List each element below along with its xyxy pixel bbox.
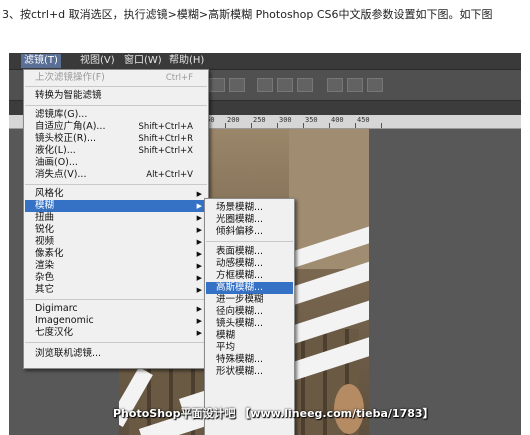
menu-item-oil-paint[interactable]: 油画(O)...: [25, 157, 207, 169]
menu-help[interactable]: 帮助(H): [166, 54, 207, 68]
submenu-item-lens-blur[interactable]: 镜头模糊...: [206, 318, 293, 330]
menu-item-browse-online-filters[interactable]: 浏览联机滤镜...: [25, 348, 207, 360]
submenu-arrow-icon: ▶: [196, 262, 202, 270]
menu-window[interactable]: 窗口(W): [121, 54, 165, 68]
submenu-item-blur[interactable]: 模糊: [206, 330, 293, 342]
ruler-label: 450: [357, 116, 370, 124]
submenu-item-blur-more[interactable]: 进一步模糊: [206, 294, 293, 306]
menu-item-convert-smart-filter[interactable]: 转换为智能滤镜: [25, 90, 207, 102]
menu-item-qidu-hanhua[interactable]: 七度汉化 ▶: [25, 327, 207, 339]
align-left-icon[interactable]: [209, 78, 225, 92]
menu-item-filter-gallery[interactable]: 滤镜库(G)...: [25, 109, 207, 121]
distribute-center-icon[interactable]: [277, 78, 293, 92]
submenu-arrow-icon: ▶: [196, 250, 202, 258]
align-center-icon[interactable]: [229, 78, 245, 92]
submenu-item-surface-blur[interactable]: 表面模糊...: [206, 246, 293, 258]
menu-item-noise[interactable]: 杂色 ▶: [25, 272, 207, 284]
arrange-right-icon[interactable]: [367, 78, 383, 92]
menu-filter[interactable]: 滤镜(T): [21, 54, 61, 68]
menu-item-other[interactable]: 其它 ▶: [25, 284, 207, 296]
menu-item-distort[interactable]: 扭曲 ▶: [25, 212, 207, 224]
ruler-label: 400: [331, 116, 344, 124]
arrange-icon[interactable]: [327, 78, 343, 92]
submenu-item-field-blur[interactable]: 场景模糊...: [206, 202, 293, 214]
menu-item-blur[interactable]: 模糊 ▶: [25, 200, 207, 212]
menu-item-imagenomic[interactable]: Imagenomic ▶: [25, 315, 207, 327]
submenu-item-iris-blur[interactable]: 光圈模糊...: [206, 214, 293, 226]
submenu-item-gaussian-blur[interactable]: 高斯模糊...: [206, 282, 293, 294]
menu-item-pixelate[interactable]: 像素化 ▶: [25, 248, 207, 260]
submenu-item-average[interactable]: 平均: [206, 342, 293, 354]
ruler-label: 200: [227, 116, 240, 124]
submenu-arrow-icon: ▶: [196, 286, 202, 294]
ruler-label: 300: [279, 116, 292, 124]
ruler-label: 250: [253, 116, 266, 124]
distribute-icon[interactable]: [257, 78, 273, 92]
submenu-arrow-icon: ▶: [196, 329, 202, 337]
submenu-arrow-icon: ▶: [196, 317, 202, 325]
submenu-arrow-icon: ▶: [196, 226, 202, 234]
tutorial-caption: 3、按ctrl+d 取消选区，执行滤镜>模糊>高斯模糊 Photoshop CS…: [2, 8, 493, 21]
menu-item-lens-correction[interactable]: 镜头校正(R)... Shift+Ctrl+R: [25, 133, 207, 145]
submenu-item-radial-blur[interactable]: 径向模糊...: [206, 306, 293, 318]
blur-submenu: 场景模糊... 光圈模糊... 倾斜偏移... 表面模糊... 动感模糊... …: [204, 198, 295, 435]
menu-item-render[interactable]: 渲染 ▶: [25, 260, 207, 272]
submenu-arrow-icon: ▶: [196, 305, 202, 313]
watermark-text: PhotoShop平面设计吧 【www.lineeg.com/tieba/178…: [113, 407, 434, 420]
menu-bar: 滤镜(T) 视图(V) 窗口(W) 帮助(H): [9, 53, 521, 70]
menu-item-sharpen[interactable]: 锐化 ▶: [25, 224, 207, 236]
submenu-item-smart-blur[interactable]: 特殊模糊...: [206, 354, 293, 366]
menu-item-video[interactable]: 视频 ▶: [25, 236, 207, 248]
menu-item-adaptive-wide-angle[interactable]: 自适应广角(A)... Shift+Ctrl+A: [25, 121, 207, 133]
photoshop-window: 滤镜(T) 视图(V) 窗口(W) 帮助(H) 150 200 250 300 …: [9, 53, 521, 435]
menu-item-last-filter[interactable]: 上次滤镜操作(F) Ctrl+F: [25, 72, 207, 84]
menu-item-vanishing-point[interactable]: 消失点(V)... Alt+Ctrl+V: [25, 169, 207, 181]
submenu-arrow-icon: ▶: [196, 202, 202, 210]
menu-item-digimarc[interactable]: Digimarc ▶: [25, 303, 207, 315]
submenu-arrow-icon: ▶: [196, 274, 202, 282]
ruler-label: 350: [305, 116, 318, 124]
submenu-item-tilt-shift[interactable]: 倾斜偏移...: [206, 226, 293, 238]
submenu-arrow-icon: ▶: [196, 190, 202, 198]
submenu-item-motion-blur[interactable]: 动感模糊...: [206, 258, 293, 270]
submenu-item-box-blur[interactable]: 方框模糊...: [206, 270, 293, 282]
arrange-alt-icon[interactable]: [347, 78, 363, 92]
menu-item-liquify[interactable]: 液化(L)... Shift+Ctrl+X: [25, 145, 207, 157]
distribute-right-icon[interactable]: [297, 78, 313, 92]
submenu-arrow-icon: ▶: [196, 214, 202, 222]
menu-view[interactable]: 视图(V): [77, 54, 118, 68]
menu-item-stylize[interactable]: 风格化 ▶: [25, 188, 207, 200]
submenu-arrow-icon: ▶: [196, 238, 202, 246]
filter-menu: 上次滤镜操作(F) Ctrl+F 转换为智能滤镜 滤镜库(G)... 自适应广角(…: [23, 69, 209, 369]
submenu-item-shape-blur[interactable]: 形状模糊...: [206, 366, 293, 378]
